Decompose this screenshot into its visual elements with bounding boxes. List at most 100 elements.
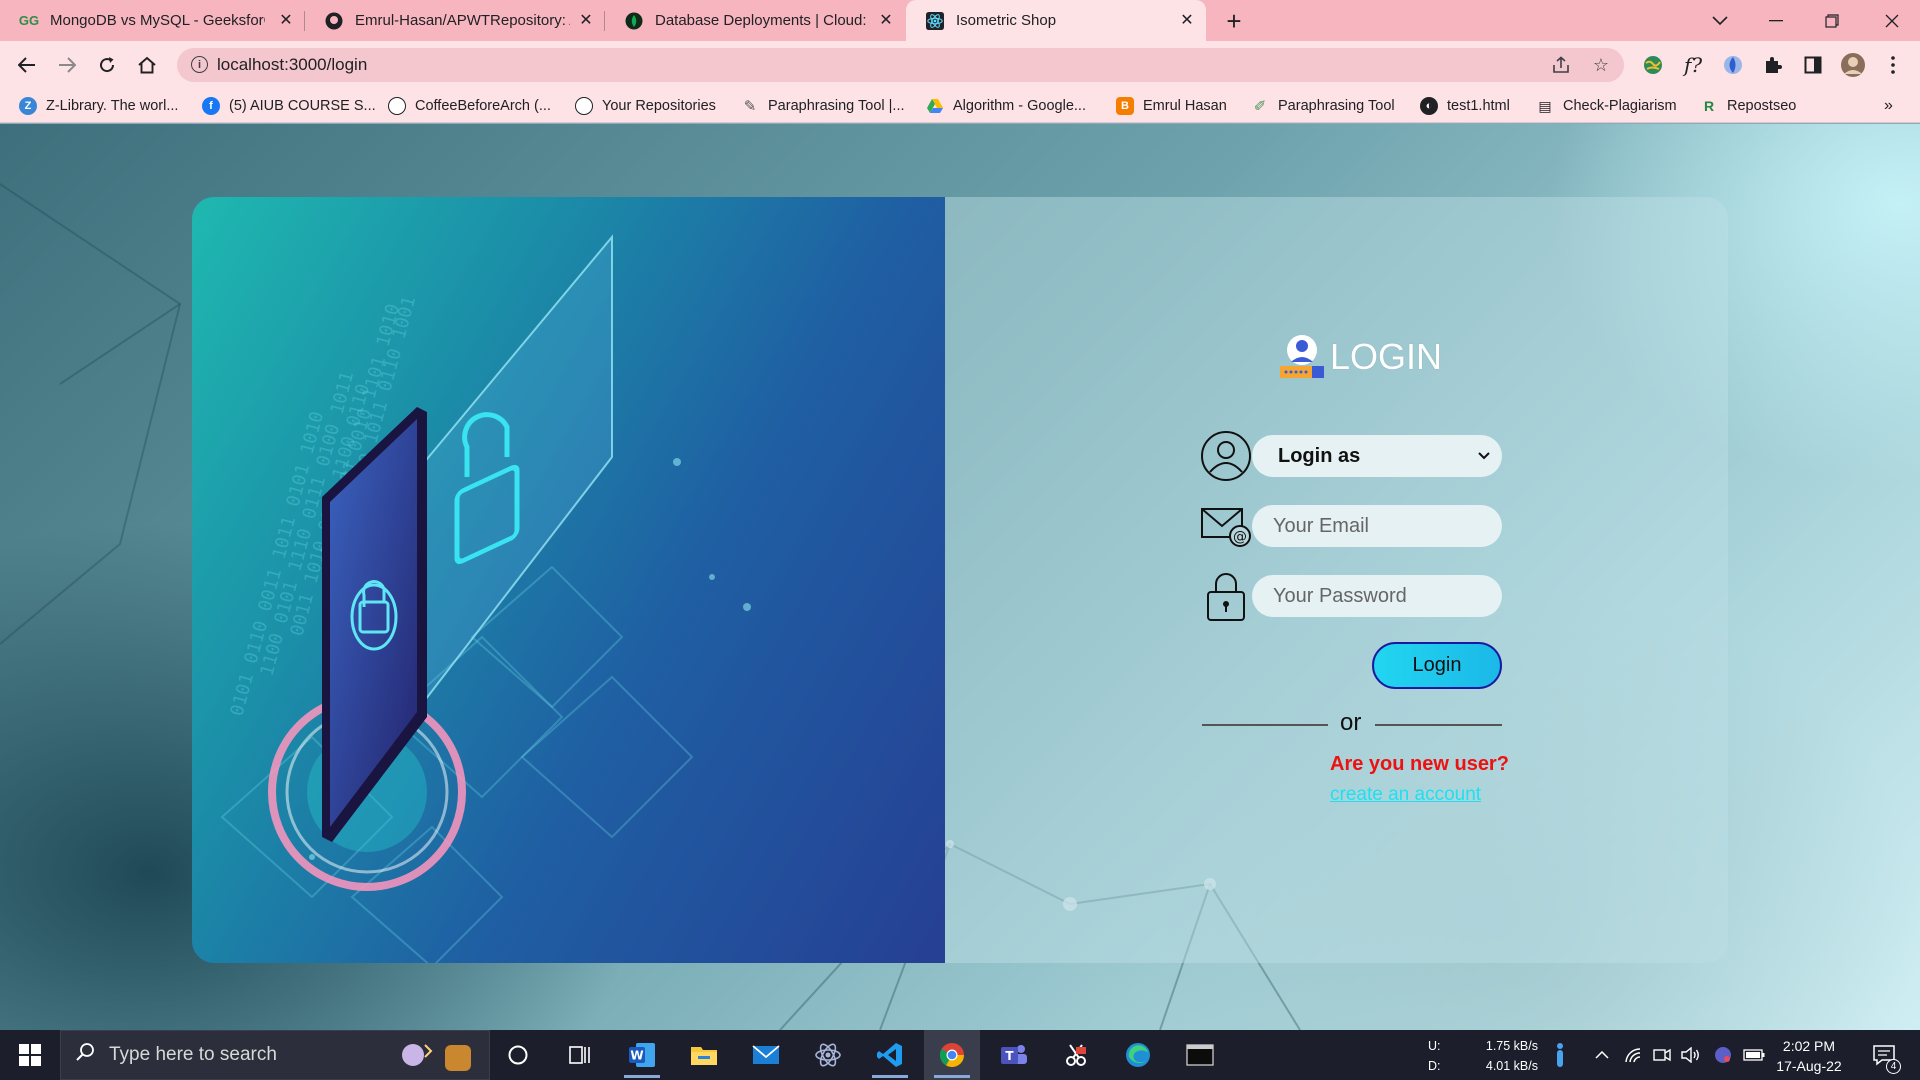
cortana-icon[interactable]	[490, 1030, 546, 1080]
bookmark-label: Repostseo	[1727, 98, 1797, 114]
function-extension-icon[interactable]: f?	[1680, 52, 1706, 78]
wifi-icon[interactable]	[1622, 1030, 1646, 1080]
bookmark-label: Paraphrasing Tool	[1278, 98, 1395, 114]
back-arrow-icon[interactable]	[11, 49, 43, 81]
browser-toolbar: i localhost:3000/login ☆ f?	[0, 41, 1920, 89]
battery-icon[interactable]	[1742, 1030, 1766, 1080]
bookmark-star-icon[interactable]: ☆	[1589, 53, 1613, 77]
bookmark-algorithm-drive[interactable]: Algorithm - Google...	[926, 95, 1086, 117]
search-icon	[75, 1042, 99, 1068]
home-icon[interactable]	[131, 49, 163, 81]
notification-center-icon[interactable]: 4	[1864, 1030, 1904, 1080]
bookmark-label: Your Repositories	[602, 98, 716, 114]
show-hidden-icons-chevron-icon[interactable]	[1590, 1030, 1614, 1080]
login-as-select[interactable]: Login as	[1252, 435, 1502, 477]
bookmark-coffeebeforearch[interactable]: CoffeeBeforeArch (...	[388, 95, 551, 117]
download-speed: 4.01 kB/s	[1485, 1059, 1538, 1073]
bookmark-zlibrary[interactable]: Z Z-Library. The worl...	[19, 95, 178, 117]
file-explorer-icon[interactable]	[676, 1030, 732, 1080]
search-highlight-icon	[395, 1039, 479, 1078]
create-account-link[interactable]: create an account	[1330, 784, 1481, 806]
restore-icon[interactable]	[1804, 0, 1860, 41]
close-window-icon[interactable]	[1864, 0, 1920, 41]
login-button[interactable]: Login	[1372, 642, 1502, 689]
tab-title: Emrul-Hasan/APWTRepository: A	[355, 12, 570, 29]
divider-right	[1375, 724, 1502, 726]
user-icon	[1200, 430, 1252, 482]
svg-text:W: W	[630, 1049, 643, 1063]
email-field[interactable]	[1252, 505, 1502, 547]
bookmark-paraphrasing-tool-2[interactable]: ✐ Paraphrasing Tool	[1251, 95, 1395, 117]
taskbar-search[interactable]: Type here to search	[60, 1030, 490, 1080]
bookmark-test1[interactable]: ◐ test1.html	[1420, 95, 1510, 117]
forward-arrow-icon[interactable]	[51, 49, 83, 81]
reload-icon[interactable]	[91, 49, 123, 81]
teams-tray-icon[interactable]	[1711, 1030, 1735, 1080]
meet-now-icon[interactable]	[1650, 1030, 1674, 1080]
task-view-icon[interactable]	[552, 1030, 608, 1080]
tab-search-chevron-icon[interactable]	[1692, 0, 1748, 41]
close-tab-icon[interactable]: ✕	[877, 11, 895, 29]
side-panel-icon[interactable]	[1800, 52, 1826, 78]
tab-title: MongoDB vs MySQL - GeeksforG	[50, 12, 265, 29]
tab-github-repo[interactable]: Emrul-Hasan/APWTRepository: A ✕	[305, 0, 605, 41]
close-tab-icon[interactable]: ✕	[577, 11, 595, 29]
chevron-down-icon	[1478, 447, 1490, 465]
tab-title: Database Deployments | Cloud: M	[655, 12, 870, 29]
or-divider-text: or	[1340, 709, 1362, 736]
new-tab-icon[interactable]: +	[1219, 6, 1249, 36]
facebook-icon: f	[202, 97, 220, 115]
vscode-icon[interactable]	[862, 1030, 918, 1080]
close-tab-icon[interactable]: ✕	[1178, 11, 1196, 29]
bookmark-label: Algorithm - Google...	[953, 98, 1086, 114]
puzzle-extensions-icon[interactable]	[1760, 52, 1786, 78]
tab-mongodb-atlas[interactable]: Database Deployments | Cloud: M ✕	[605, 0, 905, 41]
bookmarks-bar: Z Z-Library. The worl... f (5) AIUB COUR…	[0, 89, 1920, 123]
terminal-icon[interactable]	[1172, 1030, 1228, 1080]
login-page-background: 0101 0110 0011 1011 0101 1010 1100 0101 …	[0, 124, 1920, 1030]
bookmark-your-repositories[interactable]: Your Repositories	[575, 95, 716, 117]
close-tab-icon[interactable]: ✕	[277, 11, 295, 29]
snip-tool-icon[interactable]	[1048, 1030, 1104, 1080]
lock-icon	[1200, 570, 1252, 622]
quillbot-icon: ✐	[1253, 98, 1267, 115]
network-speed-values: 1.75 kB/s 4.01 kB/s	[1476, 1036, 1538, 1076]
more-menu-icon[interactable]	[1880, 52, 1906, 78]
more-bookmarks-icon[interactable]: »	[1884, 95, 1893, 117]
tab-geeksforgeeks[interactable]: GG MongoDB vs MySQL - GeeksforG ✕	[0, 0, 305, 41]
address-bar[interactable]: i localhost:3000/login ☆	[177, 48, 1624, 82]
chrome-icon[interactable]	[924, 1030, 980, 1080]
person-figure-icon[interactable]	[1548, 1030, 1572, 1080]
bookmark-aiub-course[interactable]: f (5) AIUB COURSE S...	[202, 95, 376, 117]
clock[interactable]: 2:02 PM 17-Aug-22	[1772, 1036, 1846, 1076]
mongodb-leaf-icon	[625, 12, 643, 30]
teams-icon[interactable]: T	[986, 1030, 1042, 1080]
word-app-icon[interactable]: W	[614, 1030, 670, 1080]
bookmark-emrul-hasan[interactable]: B Emrul Hasan	[1116, 95, 1227, 117]
minimize-icon[interactable]	[1748, 0, 1804, 41]
profile-avatar[interactable]	[1840, 52, 1866, 78]
windows-start-icon[interactable]	[0, 1030, 60, 1080]
share-icon[interactable]	[1549, 53, 1573, 77]
bookmark-repostseo[interactable]: R Repostseo	[1700, 95, 1796, 117]
password-field[interactable]	[1252, 575, 1502, 617]
tab-isometric-shop[interactable]: Isometric Shop ✕	[906, 0, 1206, 41]
extension-blue-icon[interactable]	[1720, 52, 1746, 78]
user-password-icon	[1276, 332, 1328, 382]
mail-icon[interactable]	[738, 1030, 794, 1080]
email-icon: @	[1200, 500, 1252, 552]
edge-icon[interactable]	[1110, 1030, 1166, 1080]
globe-icon: ◐	[1420, 97, 1438, 115]
atom-app-icon[interactable]	[800, 1030, 856, 1080]
globe-extension-icon[interactable]	[1640, 52, 1666, 78]
security-illustration: 0101 0110 0011 1011 0101 1010 1100 0101 …	[192, 197, 945, 963]
volume-icon[interactable]	[1679, 1030, 1703, 1080]
feather-icon: ✎	[743, 98, 757, 115]
bookmark-paraphrasing-tool-1[interactable]: ✎ Paraphrasing Tool |...	[741, 95, 905, 117]
repostseo-icon: R	[1703, 98, 1715, 114]
upload-label: U:	[1428, 1039, 1441, 1053]
site-info-icon[interactable]: i	[191, 56, 208, 73]
github-icon	[325, 12, 343, 30]
bookmark-check-plagiarism[interactable]: ▤ Check-Plagiarism	[1536, 95, 1676, 117]
divider-left	[1202, 724, 1328, 726]
